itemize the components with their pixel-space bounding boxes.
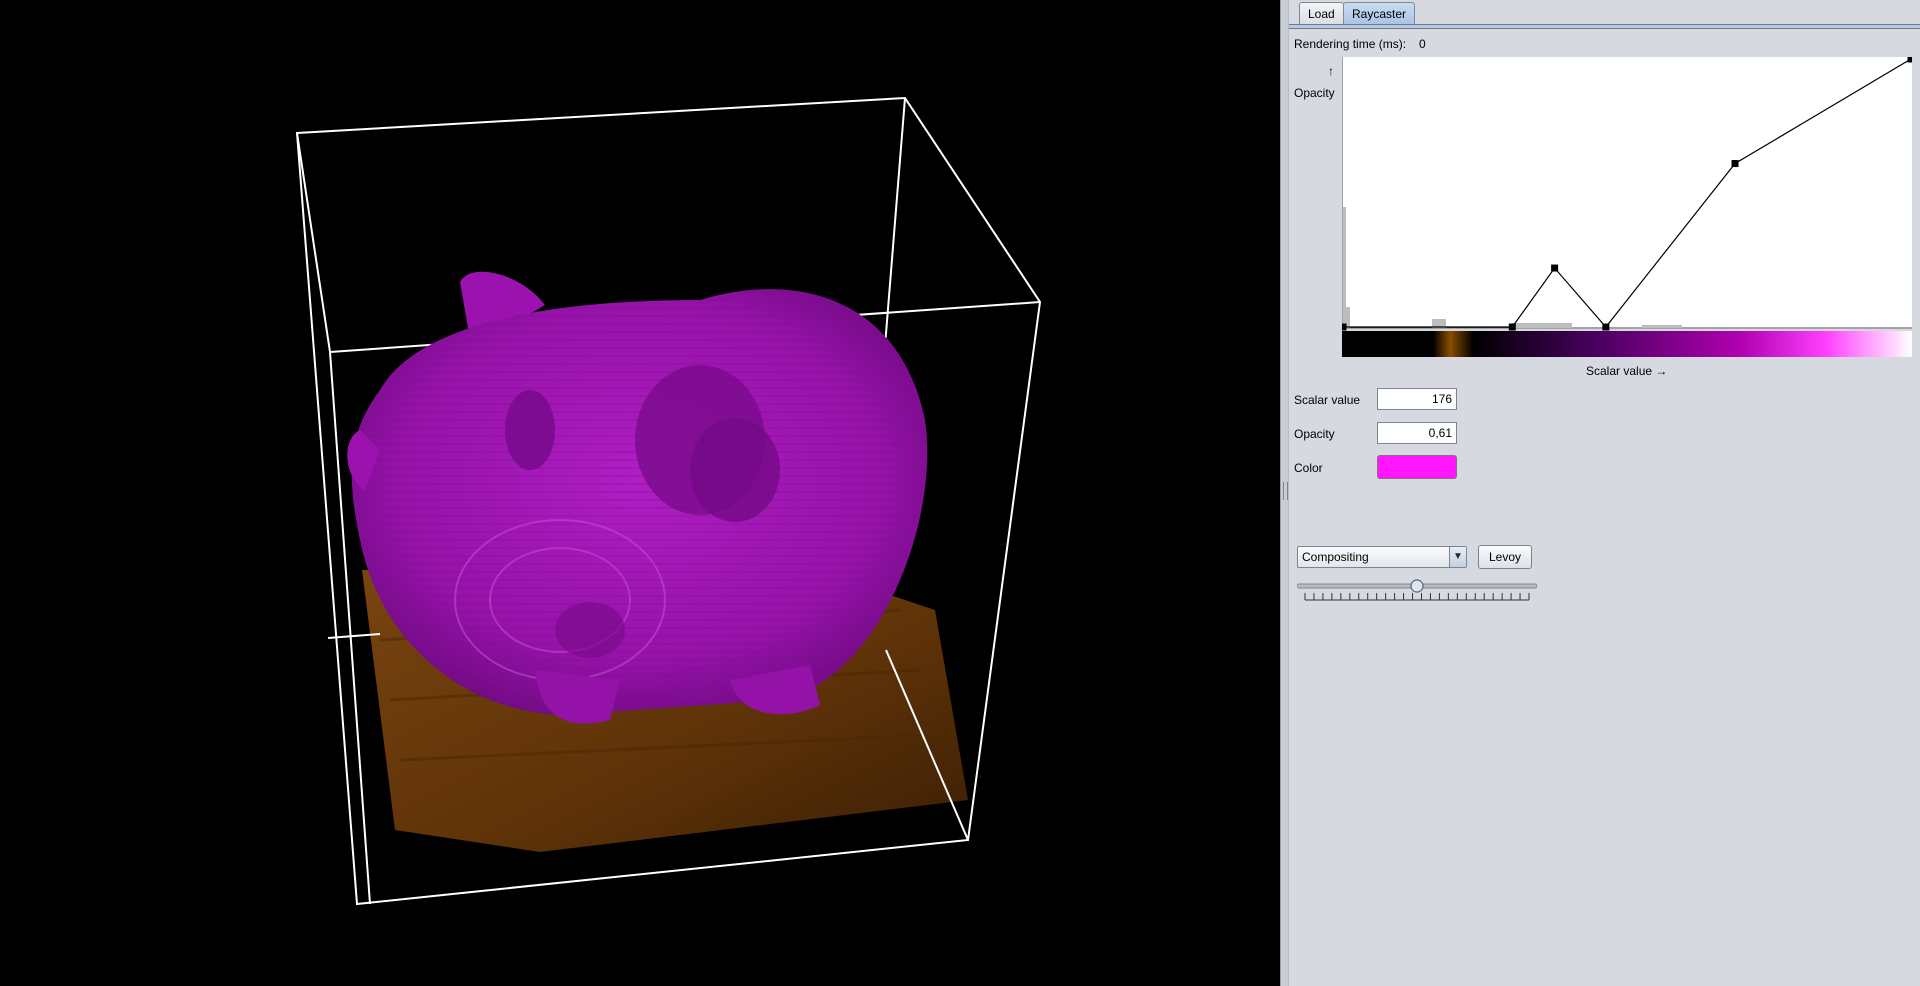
colormap-bar	[1342, 331, 1912, 357]
opacity-label: Opacity	[1294, 427, 1335, 441]
control-point[interactable]	[1907, 57, 1913, 63]
render-mode-value: Compositing	[1302, 550, 1369, 564]
color-label: Color	[1294, 461, 1323, 475]
control-point[interactable]	[1551, 264, 1559, 272]
scalar-value-field[interactable]: 176	[1377, 388, 1457, 410]
levoy-button[interactable]: Levoy	[1478, 545, 1532, 569]
tab-underline	[1289, 24, 1920, 29]
piggy-bank-volume	[347, 271, 928, 724]
control-point[interactable]	[1602, 323, 1610, 331]
transfer-function-editor[interactable]	[1342, 57, 1912, 357]
control-point[interactable]	[1342, 323, 1347, 331]
chevron-down-icon[interactable]: ▼	[1449, 547, 1466, 567]
render-slider[interactable]	[1297, 578, 1537, 604]
slider-thumb[interactable]	[1410, 579, 1424, 593]
right-arrow-icon: →	[1655, 364, 1668, 378]
slider-ticks	[1304, 593, 1530, 601]
tab-raycaster[interactable]: Raycaster	[1343, 2, 1416, 25]
scalar-axis-label: Scalar value	[1586, 364, 1653, 378]
split-pane-divider[interactable]	[1280, 0, 1289, 986]
opacity-axis-label: Opacity	[1294, 86, 1335, 100]
color-swatch-button[interactable]	[1377, 455, 1457, 479]
scalar-axis-label-wrap: Scalar value →	[1586, 364, 1667, 378]
volume-render-viewport[interactable]	[0, 0, 1280, 986]
control-point[interactable]	[1508, 323, 1516, 331]
opacity-plot-area[interactable]	[1342, 57, 1912, 329]
control-point[interactable]	[1731, 160, 1739, 168]
divider-grip-icon[interactable]	[1283, 482, 1288, 500]
rendering-time-value: 0	[1419, 37, 1426, 51]
tab-load[interactable]: Load	[1299, 2, 1344, 25]
render-mode-select[interactable]: Compositing ▼	[1297, 546, 1467, 568]
volume-render-canvas[interactable]	[0, 0, 1280, 986]
scalar-value-label: Scalar value	[1294, 393, 1361, 407]
up-arrow-icon: ↑	[1328, 64, 1334, 78]
rendering-time-label: Rendering time (ms):	[1294, 37, 1407, 51]
opacity-field[interactable]: 0,61	[1377, 422, 1457, 444]
